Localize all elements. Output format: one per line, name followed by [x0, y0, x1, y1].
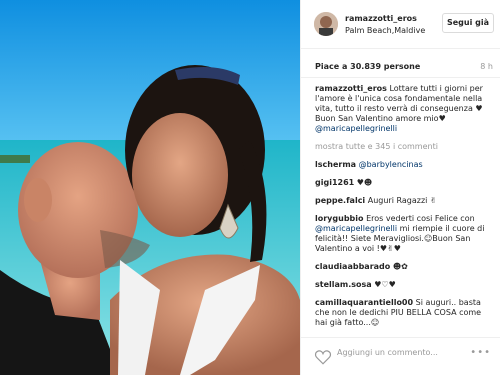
comment-text: ♥♡♥	[374, 280, 396, 289]
show-all-comments-link[interactable]: mostra tutte e 345 i commenti	[315, 142, 495, 152]
comment-text: ♥☻	[356, 178, 373, 187]
likes-row: Piace a 30.839 persone 8 h	[301, 55, 500, 78]
list-item: lorygubbio Eros vederti cosi Felice con …	[315, 214, 495, 254]
caption-line2: Buon San Valentino amore mio♥	[315, 114, 446, 123]
comment-mention[interactable]: @barbylencinas	[359, 160, 423, 169]
photo-image	[0, 0, 300, 375]
comment-username[interactable]: lorygubbio	[315, 214, 364, 223]
list-item: camillaquarantiello00 Si auguri.. basta …	[315, 298, 495, 328]
avatar[interactable]	[314, 12, 338, 36]
post-side-panel: ramazzotti_eros Palm Beach,Maldive Segui…	[300, 0, 500, 375]
likes-count[interactable]: Piace a 30.839 persone	[315, 62, 420, 71]
comment-text: ☻✿	[392, 262, 408, 271]
caption: ramazzotti_eros Lottare tutti i giorni p…	[315, 84, 495, 134]
avatar-image	[314, 12, 338, 36]
post-time[interactable]: 8 h	[480, 62, 493, 71]
post-username[interactable]: ramazzotti_eros	[345, 14, 417, 23]
heart-icon[interactable]	[314, 348, 332, 366]
comment-text: Eros vederti cosi Felice con	[366, 214, 475, 223]
comments-list[interactable]: ramazzotti_eros Lottare tutti i giorni p…	[315, 84, 495, 338]
instagram-post-window: ramazzotti_eros Palm Beach,Maldive Segui…	[0, 0, 500, 375]
comment-footer: Aggiungi un commento... •••	[301, 337, 500, 376]
list-item: claudiaabbarado ☻✿	[315, 262, 495, 272]
list-item: lscherma @barbylencinas	[315, 160, 495, 170]
comment-username[interactable]: claudiaabbarado	[315, 262, 390, 271]
following-button[interactable]: Segui già	[442, 13, 494, 33]
post-location[interactable]: Palm Beach,Maldive	[345, 26, 425, 35]
comment-username[interactable]: gigi1261	[315, 178, 354, 187]
list-item: stellam.sosa ♥♡♥	[315, 280, 495, 290]
comment-input[interactable]: Aggiungi un commento...	[337, 348, 438, 357]
comment-text: Auguri Ragazzi ✌	[367, 196, 437, 205]
comment-username[interactable]: camillaquarantiello00	[315, 298, 413, 307]
comment-username[interactable]: lscherma	[315, 160, 356, 169]
more-options-icon[interactable]: •••	[470, 347, 491, 358]
caption-mention[interactable]: @maricapellegrinelli	[315, 124, 397, 133]
comment-mention[interactable]: @maricapellegrinelli	[315, 224, 397, 233]
post-photo[interactable]	[0, 0, 300, 375]
list-item: peppe.falci Auguri Ragazzi ✌	[315, 196, 495, 206]
caption-username[interactable]: ramazzotti_eros	[315, 84, 387, 93]
comment-username[interactable]: stellam.sosa	[315, 280, 372, 289]
list-item: gigi1261 ♥☻	[315, 178, 495, 188]
post-header: ramazzotti_eros Palm Beach,Maldive Segui…	[301, 0, 500, 49]
comment-username[interactable]: peppe.falci	[315, 196, 365, 205]
